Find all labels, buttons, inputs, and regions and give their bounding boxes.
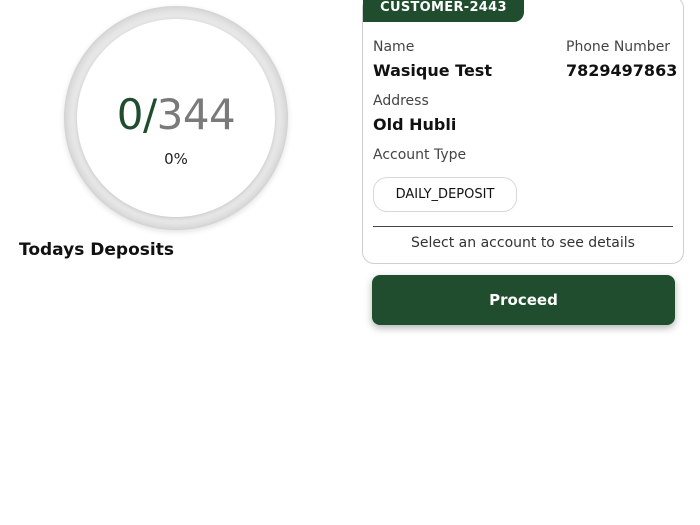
address-label: Address	[373, 93, 429, 109]
customer-id-badge: CUSTOMER-2443	[363, 0, 524, 22]
deposits-completed: 0	[116, 90, 144, 139]
customer-card: CUSTOMER-2443 Name Wasique Test Phone Nu…	[362, 0, 684, 264]
card-divider	[373, 226, 673, 227]
name-label: Name	[373, 39, 415, 55]
account-type-chip[interactable]: DAILY_DEPOSIT	[373, 177, 517, 212]
phone-value: 7829497863	[566, 61, 678, 80]
address-value: Old Hubli	[373, 115, 457, 134]
deposit-percent: 0%	[164, 150, 188, 168]
account-type-label: Account Type	[373, 147, 467, 163]
ratio-separator: /	[142, 90, 157, 139]
name-value: Wasique Test	[373, 61, 492, 80]
account-hint: Select an account to see details	[411, 235, 635, 251]
deposit-progress-center: 0/344 0%	[77, 19, 275, 217]
phone-label: Phone Number	[566, 39, 671, 55]
deposit-progress-ring: 0/344 0%	[64, 6, 288, 230]
proceed-button[interactable]: Proceed	[372, 275, 675, 325]
todays-deposits-title: Todays Deposits	[19, 240, 174, 260]
deposit-ratio: 0/344	[77, 91, 275, 139]
deposits-total: 344	[156, 90, 236, 139]
